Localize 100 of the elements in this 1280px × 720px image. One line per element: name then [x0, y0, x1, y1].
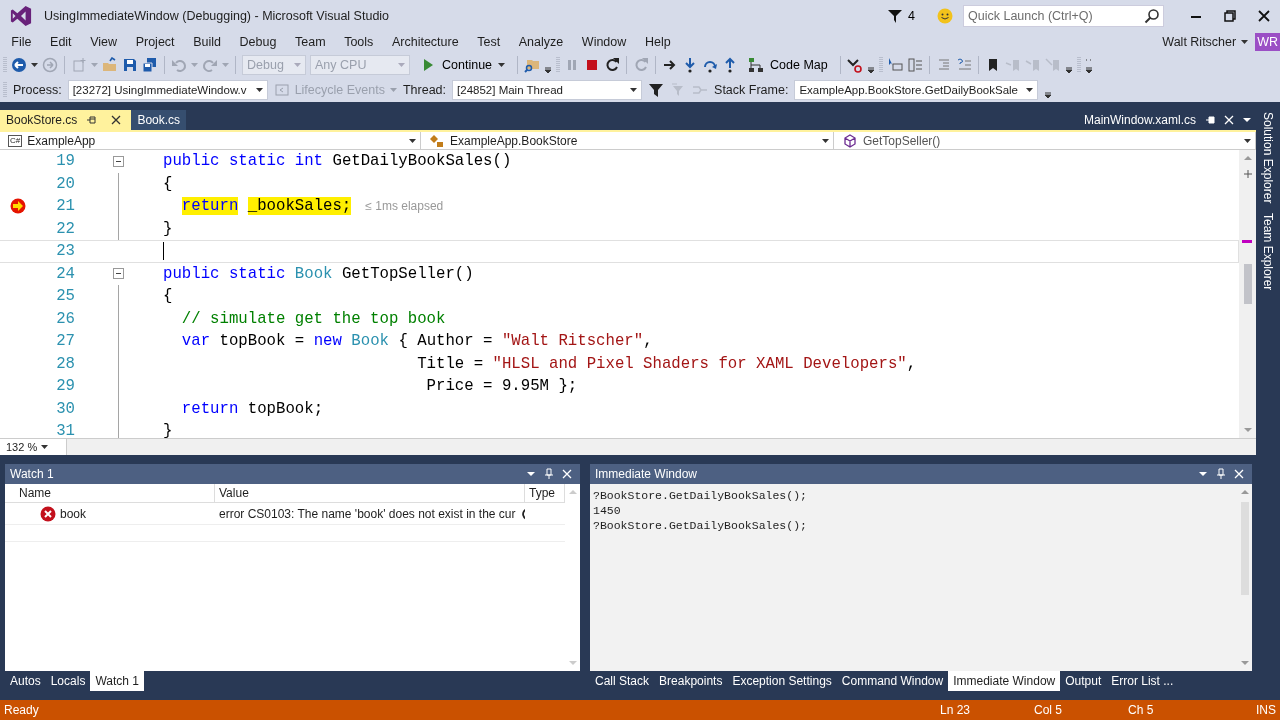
- line-number: 22: [55, 219, 75, 238]
- line-number: 30: [55, 399, 75, 418]
- menu-item[interactable]: File: [2, 35, 41, 49]
- line-number: 24: [55, 264, 75, 283]
- scroll-up-icon[interactable]: [1239, 487, 1250, 497]
- plus-icon[interactable]: [1242, 169, 1253, 179]
- menu-item[interactable]: Project: [126, 35, 184, 49]
- menu-item[interactable]: View: [80, 35, 127, 49]
- panel-tab[interactable]: Watch 1: [90, 671, 144, 691]
- close-icon[interactable]: [1256, 8, 1272, 24]
- restore-icon[interactable]: [1222, 8, 1238, 24]
- panel-tab[interactable]: Error List ...: [1106, 671, 1179, 691]
- overflow-icon[interactable]: [1084, 57, 1093, 73]
- pin-icon[interactable]: [1215, 468, 1227, 480]
- panel-tab[interactable]: Autos: [5, 671, 46, 691]
- open-folder-icon[interactable]: [102, 57, 118, 73]
- collapse-icon[interactable]: [112, 268, 124, 280]
- restart-icon[interactable]: [604, 57, 621, 73]
- dropdown-value: GetTopSeller(): [863, 133, 942, 148]
- collapse-icon[interactable]: [112, 155, 124, 167]
- toolbar-grip[interactable]: [1076, 56, 1081, 74]
- vertical-scrollbar[interactable]: [1239, 150, 1256, 438]
- menu-item[interactable]: Analyze: [509, 35, 573, 49]
- pointer-box-icon[interactable]: [886, 57, 903, 73]
- save-all-icon[interactable]: [142, 57, 158, 73]
- code-token: Book: [350, 332, 389, 351]
- pin-icon[interactable]: [86, 114, 99, 126]
- stack-frame-dropdown[interactable]: ExampleApp.BookStore.GetDailyBookSale: [794, 80, 1039, 100]
- window-title: UsingImmediateWindow (Debugging) - Microsoft Visual Studio: [44, 9, 390, 23]
- code-token: "Walt Ritscher": [501, 332, 644, 351]
- save-icon[interactable]: [122, 57, 138, 73]
- help-indent-icon[interactable]: [955, 57, 972, 73]
- side-tab[interactable]: Team Explorer: [1261, 213, 1275, 291]
- line-number: 23: [55, 242, 75, 261]
- panel-tab[interactable]: Locals: [45, 671, 91, 691]
- project-dropdown[interactable]: C# ExampleApp: [0, 132, 421, 149]
- panel-tab[interactable]: Call Stack: [590, 671, 655, 691]
- menu-item[interactable]: Architecture: [382, 35, 468, 49]
- breakpoint-arrow-icon[interactable]: [9, 198, 26, 215]
- menu-item[interactable]: Debug: [230, 35, 286, 49]
- user-avatar[interactable]: WR: [1255, 33, 1280, 51]
- quick-launch-field[interactable]: Quick Launch (Ctrl+Q): [963, 5, 1164, 27]
- thread-dropdown[interactable]: [24852] Main Thread: [452, 80, 643, 100]
- panel-tab[interactable]: Breakpoints: [654, 671, 728, 691]
- toolbar-grip[interactable]: [878, 56, 883, 74]
- panel-tab[interactable]: Exception Settings: [727, 671, 837, 691]
- member-dropdown[interactable]: GetTopSeller(): [834, 132, 1256, 149]
- back-icon[interactable]: [11, 57, 27, 73]
- console-line: ?BookStore.GetDailyBookSales();: [593, 488, 808, 503]
- filter-icon[interactable]: [648, 82, 665, 98]
- smiley-icon[interactable]: [937, 8, 953, 24]
- pin-icon[interactable]: [543, 468, 555, 480]
- code-token: new: [313, 332, 342, 351]
- type-dropdown[interactable]: ExampleApp.BookStore: [421, 132, 834, 149]
- panel-title: Watch 1: [10, 467, 54, 481]
- menu-item[interactable]: Team: [285, 35, 335, 49]
- panel-tab[interactable]: Immediate Window: [948, 671, 1061, 691]
- scroll-down-icon[interactable]: [1242, 425, 1253, 435]
- menu-item[interactable]: Edit: [40, 35, 81, 49]
- line-indicator: Ln 23: [940, 703, 972, 717]
- menu-item[interactable]: Build: [183, 35, 231, 49]
- search-icon[interactable]: [1144, 8, 1160, 24]
- toolbar-grip[interactable]: [556, 56, 561, 74]
- code-map-button[interactable]: Code Map: [746, 57, 830, 73]
- continue-button[interactable]: Continue: [418, 57, 508, 73]
- horizontal-scrollbar[interactable]: [67, 439, 1256, 455]
- close-icon[interactable]: [110, 114, 123, 126]
- find-icon[interactable]: [524, 57, 541, 73]
- status-message: Ready: [4, 703, 39, 717]
- menu-item[interactable]: Help: [635, 35, 680, 49]
- breakpoint-line-icon[interactable]: [846, 57, 863, 73]
- code-token: ,: [643, 332, 653, 351]
- code-token: Book: [293, 264, 333, 283]
- notifications-button[interactable]: 4: [887, 8, 915, 24]
- dropdown-value: ExampleApp.BookStore: [450, 133, 579, 148]
- csharp-badge: C#: [8, 134, 23, 147]
- watch-value: error CS0103: The name 'book' does not exist in the cur: [219, 506, 516, 521]
- menu-item[interactable]: Tools: [334, 35, 383, 49]
- elapsed-hint: ≤ 1ms elapsed: [365, 199, 444, 214]
- scroll-up-icon[interactable]: [1242, 153, 1253, 163]
- menu-item[interactable]: Window: [572, 35, 636, 49]
- column-header[interactable]: Name: [15, 484, 215, 502]
- pin-icon[interactable]: [1205, 114, 1217, 126]
- process-dropdown[interactable]: [23272] UsingImmediateWindow.v: [67, 80, 268, 100]
- code-token: }: [163, 422, 173, 438]
- code-token: GetDailyBookSales(): [331, 152, 512, 171]
- panel-tab[interactable]: Output: [1060, 671, 1107, 691]
- scroll-down-icon[interactable]: [1239, 658, 1250, 668]
- document-tab[interactable]: Book.cs: [131, 110, 187, 130]
- code-token: return: [180, 399, 239, 418]
- column-header[interactable]: Value: [215, 484, 525, 502]
- user-name[interactable]: Walt Ritscher: [1162, 35, 1237, 49]
- document-tab[interactable]: BookStore.cs: [0, 110, 132, 130]
- menu-item[interactable]: Test: [467, 35, 510, 49]
- scrollbar-thumb[interactable]: [1243, 264, 1252, 304]
- scroll-marker: [1242, 240, 1252, 243]
- panel-tab[interactable]: Command Window: [836, 671, 949, 691]
- side-tab[interactable]: Solution Explorer: [1261, 112, 1275, 204]
- code-token: // simulate get the top book: [180, 309, 446, 328]
- document-tab[interactable]: MainWindow.xaml.cs: [1083, 113, 1196, 127]
